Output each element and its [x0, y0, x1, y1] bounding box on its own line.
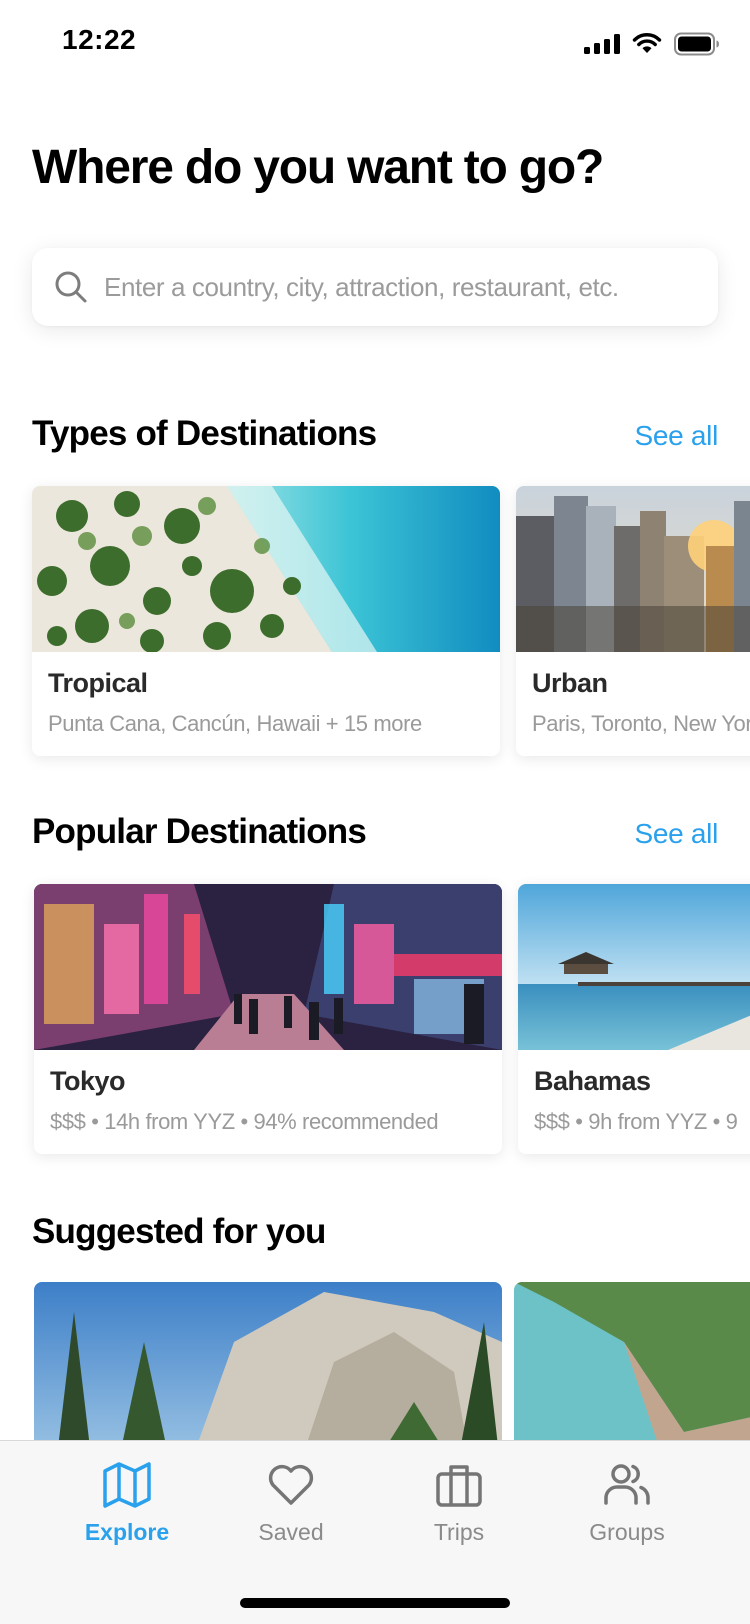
destination-type-card-tropical[interactable]: Tropical Punta Cana, Cancún, Hawaii + 15…	[32, 486, 500, 756]
card-subtitle: Punta Cana, Cancún, Hawaii + 15 more	[48, 711, 422, 736]
page-title: Where do you want to go?	[32, 141, 604, 194]
tab-trips[interactable]: Trips	[394, 1459, 524, 1546]
destination-type-card-urban[interactable]: Urban Paris, Toronto, New York	[516, 486, 750, 756]
status-time: 12:22	[62, 24, 137, 55]
briefcase-icon	[436, 1465, 482, 1507]
section-title-suggested: Suggested for you	[32, 1212, 326, 1251]
card-title: Urban	[532, 668, 608, 698]
card-title: Bahamas	[534, 1066, 651, 1096]
tokyo-street-image	[34, 884, 502, 1050]
tab-label: Saved	[258, 1519, 324, 1545]
wifi-icon	[632, 33, 662, 53]
home-indicator	[240, 1598, 510, 1608]
map-icon	[103, 1462, 151, 1508]
card-subtitle: Paris, Toronto, New York	[532, 711, 750, 736]
tab-explore[interactable]: Explore	[62, 1459, 192, 1546]
search-input[interactable]	[104, 271, 704, 303]
status-bar: 12:22	[0, 0, 750, 88]
tab-label: Trips	[433, 1519, 485, 1545]
tab-saved[interactable]: Saved	[226, 1459, 356, 1546]
tropical-beach-image	[32, 486, 500, 652]
status-icons	[584, 30, 720, 58]
section-title-popular: Popular Destinations	[32, 812, 367, 851]
battery-icon	[674, 32, 719, 56]
popular-destination-card-tokyo[interactable]: Tokyo $$$ • 14h from YYZ • 94% recommend…	[34, 884, 502, 1154]
card-subtitle: $$$ • 14h from YYZ • 94% recommended	[50, 1109, 439, 1134]
card-title: Tropical	[48, 668, 148, 698]
bahamas-pier-image	[518, 884, 750, 1050]
tab-groups[interactable]: Groups	[562, 1459, 692, 1546]
card-title: Tokyo	[50, 1066, 126, 1096]
tab-label: Explore	[84, 1519, 170, 1545]
city-skyline-image	[516, 486, 750, 652]
users-icon	[604, 1464, 650, 1505]
card-subtitle: $$$ • 9h from YYZ • 9	[534, 1109, 738, 1134]
cellular-signal-icon	[584, 34, 620, 54]
search-icon	[55, 271, 87, 303]
see-all-popular-link[interactable]: See all	[634, 818, 718, 850]
heart-icon	[268, 1464, 314, 1505]
section-title-types: Types of Destinations	[32, 414, 377, 453]
search-bar[interactable]	[32, 248, 718, 326]
see-all-types-link[interactable]: See all	[634, 420, 718, 452]
popular-destination-card-bahamas[interactable]: Bahamas $$$ • 9h from YYZ • 9	[518, 884, 750, 1154]
bottom-tab-bar: Explore Saved Trips Groups	[0, 1440, 750, 1624]
tab-label: Groups	[589, 1519, 665, 1545]
